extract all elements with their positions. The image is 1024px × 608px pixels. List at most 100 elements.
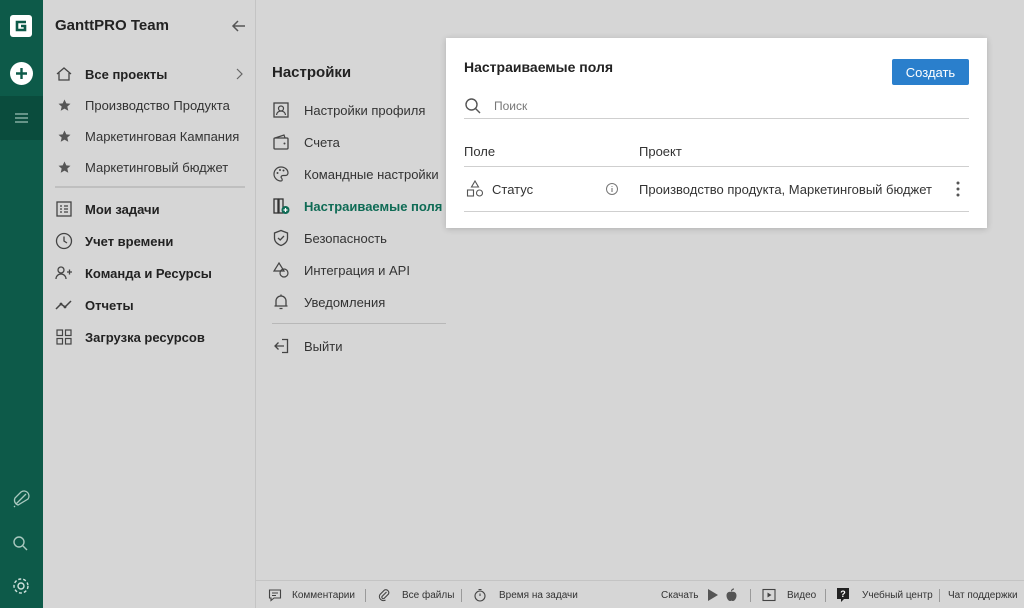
footer-video-label: Видео (787, 589, 817, 601)
footer-separator (461, 589, 462, 602)
footer-time[interactable]: Время на задачи (473, 581, 578, 608)
settings-item-label: Интеграция и API (304, 262, 410, 278)
settings-item-integrations[interactable]: Интеграция и API (272, 257, 450, 283)
sidebar-item-project[interactable]: Маркетинговая Кампания (43, 122, 256, 150)
column-header-field[interactable]: Поле (464, 144, 495, 159)
table-row[interactable]: Статус Производство продукта, Маркетинго… (464, 168, 969, 212)
sidebar-item-label: Загрузка ресурсов (85, 329, 205, 345)
bell-icon[interactable] (11, 490, 31, 510)
footer-download-label: Скачать (661, 589, 699, 601)
footer-help-label: Учебный центр (862, 589, 933, 601)
field-name: Статус (492, 182, 534, 197)
settings-item-label: Настраиваемые поля (304, 198, 443, 214)
collapse-arrow-icon[interactable] (229, 16, 249, 36)
team-name[interactable]: GanttPRO Team (55, 17, 169, 34)
add-icon[interactable] (10, 62, 33, 85)
field-projects: Производство продукта, Маркетинговый бюд… (639, 182, 932, 197)
chevron-right-icon (234, 67, 244, 84)
tasks-icon (43, 200, 85, 218)
settings-item-notifications[interactable]: Уведомления (272, 289, 450, 315)
footer-files-label: Все файлы (402, 589, 455, 601)
clock-icon (43, 232, 85, 250)
sidebar-item-team[interactable]: Команда и Ресурсы (43, 259, 256, 287)
sidebar-item-project[interactable]: Производство Продукта (43, 91, 256, 119)
grid-icon (43, 328, 85, 346)
svg-text:?: ? (840, 589, 846, 599)
settings-divider (272, 323, 446, 324)
settings-icon[interactable] (11, 576, 31, 596)
footer-download: Скачать (661, 581, 738, 608)
settings-item-team[interactable]: Командные настройки (272, 161, 450, 187)
help-icon: ? (836, 587, 850, 603)
menu-icon[interactable] (0, 96, 43, 140)
settings-menu: Настройки Настройки профиля Счета Команд… (256, 0, 446, 580)
sidebar-item-my-tasks[interactable]: Мои задачи (43, 195, 256, 223)
sidebar-item-label: Маркетинговая Кампания (85, 128, 240, 144)
profile-icon (272, 101, 304, 119)
shield-icon (272, 229, 304, 247)
create-button[interactable]: Создать (892, 59, 969, 85)
footer-video[interactable]: Видео (762, 581, 816, 608)
projects-sidebar: GanttPRO Team Все проекты Производство П… (43, 0, 256, 608)
sidebar-item-all-projects[interactable]: Все проекты (43, 60, 256, 88)
video-icon (762, 588, 776, 602)
settings-item-label: Уведомления (304, 294, 386, 310)
search-icon (464, 97, 482, 115)
home-icon (43, 65, 85, 83)
footer-help-center[interactable]: ? Учебный центр (836, 581, 933, 608)
footer-comments[interactable]: Комментарии (268, 581, 355, 608)
sidebar-item-reports[interactable]: Отчеты (43, 291, 256, 319)
google-play-icon[interactable] (707, 588, 719, 602)
sidebar-divider (55, 186, 245, 188)
settings-item-security[interactable]: Безопасность (272, 225, 450, 251)
footer-support-chat[interactable]: Чат поддержки (948, 581, 1018, 608)
settings-item-label: Настройки профиля (304, 102, 426, 118)
ganttpro-logo-icon[interactable] (10, 15, 32, 37)
sidebar-item-label: Отчеты (85, 297, 134, 313)
search-icon[interactable] (11, 534, 31, 554)
apple-icon[interactable] (725, 588, 738, 602)
paperclip-icon (377, 588, 391, 602)
info-icon[interactable] (605, 182, 619, 199)
footer-separator (365, 589, 366, 602)
footer-time-label: Время на задачи (499, 589, 578, 601)
sidebar-item-label: Команда и Ресурсы (85, 265, 212, 281)
sidebar-item-label: Учет времени (85, 233, 174, 249)
sidebar-item-project[interactable]: Маркетинговый бюджет (43, 153, 256, 181)
star-icon (43, 99, 85, 112)
star-icon (43, 130, 85, 143)
palette-icon (272, 165, 304, 183)
more-options-icon[interactable] (952, 180, 964, 201)
footer-separator (939, 589, 940, 602)
settings-item-label: Безопасность (304, 230, 387, 246)
sidebar-item-workload[interactable]: Загрузка ресурсов (43, 323, 256, 351)
star-icon (43, 161, 85, 174)
custom-fields-panel: Настраиваемые поля Создать Поле Проект С… (446, 38, 987, 228)
field-type-icon (466, 179, 484, 201)
sidebar-item-label: Все проекты (85, 66, 168, 82)
footer-separator (750, 589, 751, 602)
shapes-icon (272, 261, 304, 279)
settings-item-billing[interactable]: Счета (272, 129, 450, 155)
settings-title: Настройки (272, 64, 352, 81)
search-bar (464, 93, 969, 119)
comment-icon (268, 588, 282, 602)
settings-item-label: Командные настройки (304, 166, 439, 182)
reports-icon (43, 296, 85, 314)
wallet-icon (272, 133, 304, 151)
settings-item-custom-fields[interactable]: Настраиваемые поля (272, 193, 450, 219)
column-header-project[interactable]: Проект (639, 144, 682, 159)
sidebar-item-time-tracking[interactable]: Учет времени (43, 227, 256, 255)
footer-support-label: Чат поддержки (948, 589, 1018, 601)
bell-icon (272, 293, 304, 311)
panel-title: Настраиваемые поля (464, 59, 614, 75)
team-icon (43, 264, 85, 282)
settings-item-profile[interactable]: Настройки профиля (272, 97, 450, 123)
logout-button[interactable]: Выйти (272, 333, 450, 359)
logout-label: Выйти (304, 338, 343, 354)
footer-files[interactable]: Все файлы (377, 581, 454, 608)
search-input[interactable] (494, 98, 914, 113)
sidebar-item-label: Мои задачи (85, 201, 160, 217)
sidebar-item-label: Производство Продукта (85, 97, 230, 113)
custom-fields-icon (272, 197, 304, 215)
